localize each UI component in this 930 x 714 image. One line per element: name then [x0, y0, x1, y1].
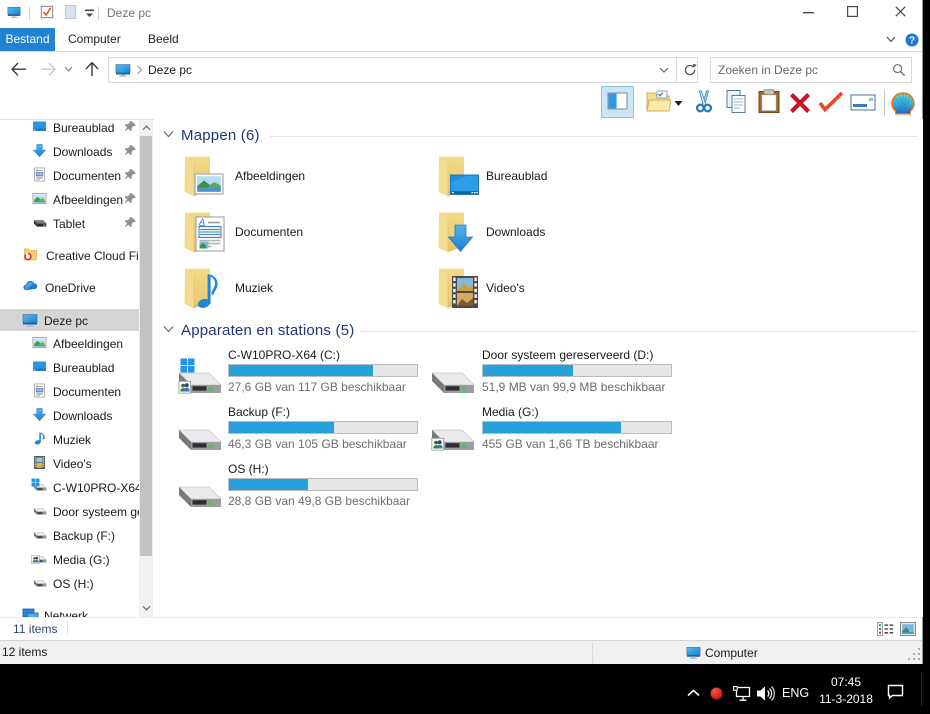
svg-text:?: ?: [909, 35, 915, 46]
